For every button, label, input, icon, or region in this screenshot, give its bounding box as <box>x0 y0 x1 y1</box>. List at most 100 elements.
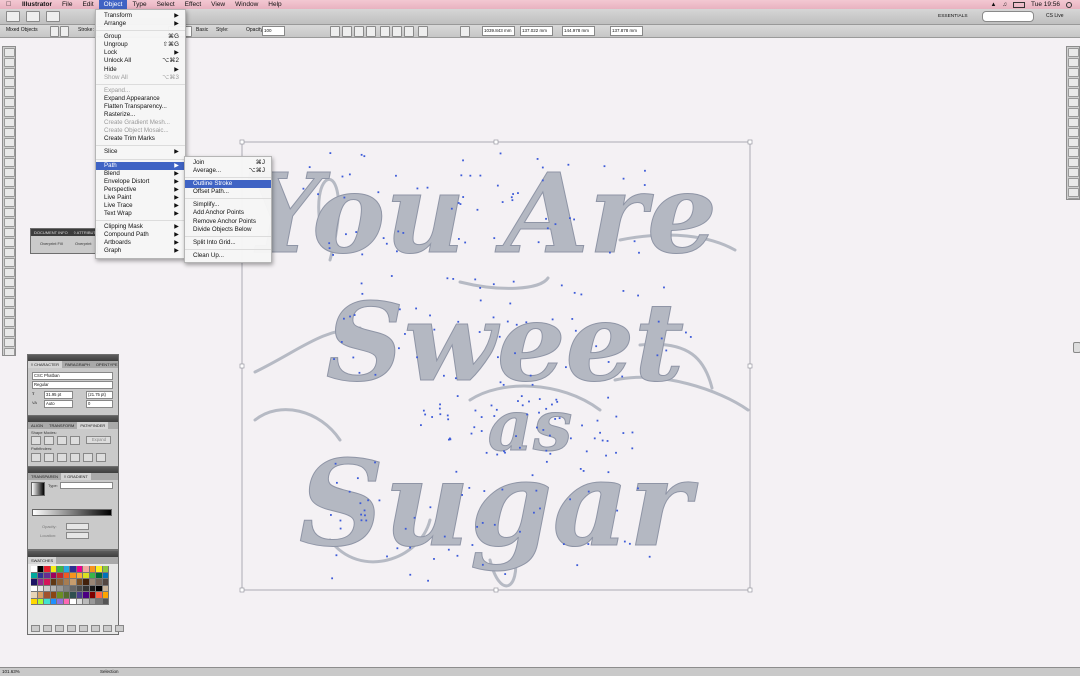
anchor-point[interactable] <box>479 299 482 302</box>
color-swatch[interactable] <box>102 598 109 605</box>
gradient-type-select[interactable] <box>60 482 113 489</box>
anchor-point[interactable] <box>334 462 337 465</box>
anchor-point[interactable] <box>402 232 405 234</box>
anchor-point[interactable] <box>689 336 692 338</box>
path-menu-item-remove-anchor-points[interactable]: Remove Anchor Points <box>185 218 271 226</box>
anchor-point[interactable] <box>637 487 639 490</box>
overprint-stroke-checkbox[interactable]: Overprint <box>75 241 91 246</box>
shape-mode-button[interactable] <box>44 436 54 445</box>
anchor-point[interactable] <box>329 152 332 155</box>
anchor-point[interactable] <box>576 564 579 567</box>
anchor-point[interactable] <box>360 519 363 522</box>
anchor-point[interactable] <box>622 177 625 180</box>
anchor-point[interactable] <box>573 291 576 294</box>
anchor-point[interactable] <box>374 461 376 464</box>
anchor-point[interactable] <box>501 201 504 203</box>
anchor-point[interactable] <box>509 302 512 305</box>
anchor-point[interactable] <box>446 414 449 417</box>
anchor-point[interactable] <box>537 241 540 244</box>
anchor-point[interactable] <box>631 447 634 450</box>
path-menu-item-offset-path[interactable]: Offset Path... <box>185 188 271 196</box>
anchor-point[interactable] <box>599 431 601 434</box>
anchor-point[interactable] <box>429 314 431 317</box>
anchor-point[interactable] <box>474 278 477 281</box>
anchor-point[interactable] <box>415 307 418 310</box>
anchor-point[interactable] <box>456 395 459 397</box>
anchor-point[interactable] <box>562 543 565 546</box>
object-menu-item-perspective[interactable]: Perspective ▶ <box>96 186 185 194</box>
swatches-footer-button[interactable] <box>67 625 76 632</box>
anchor-point[interactable] <box>481 521 484 524</box>
anchor-point[interactable] <box>605 454 607 457</box>
anchor-point[interactable] <box>565 366 567 369</box>
tab-paragraph[interactable]: PARAGRAPH <box>62 361 93 368</box>
anchor-point[interactable] <box>398 308 401 311</box>
anchor-point[interactable] <box>360 513 363 516</box>
anchor-point[interactable] <box>413 516 416 519</box>
anchor-point[interactable] <box>521 404 524 407</box>
anchor-point[interactable] <box>501 488 504 491</box>
anchor-point[interactable] <box>446 277 449 280</box>
anchor-point[interactable] <box>657 320 660 323</box>
anchor-point[interactable] <box>360 153 363 156</box>
anchor-point[interactable] <box>595 345 598 348</box>
path-menu-item-outline-stroke[interactable]: Outline Stroke <box>185 180 271 189</box>
anchor-point[interactable] <box>390 275 393 277</box>
anchor-point[interactable] <box>365 519 368 522</box>
anchor-point[interactable] <box>622 290 625 292</box>
anchor-point[interactable] <box>554 418 557 420</box>
path-menu-item-divide-objects-below[interactable]: Divide Objects Below <box>185 226 271 234</box>
anchor-point[interactable] <box>396 250 398 253</box>
anchor-point[interactable] <box>473 426 476 429</box>
object-menu-item-text-wrap[interactable]: Text Wrap ▶ <box>96 210 185 218</box>
anchor-point[interactable] <box>656 354 659 357</box>
pathfinder-op-button[interactable] <box>83 453 93 462</box>
anchor-point[interactable] <box>474 409 477 412</box>
anchor-point[interactable] <box>560 284 563 287</box>
anchor-point[interactable] <box>308 166 311 169</box>
anchor-point[interactable] <box>382 237 385 240</box>
anchor-point[interactable] <box>363 155 366 158</box>
anchor-point[interactable] <box>531 383 534 386</box>
anchor-point[interactable] <box>331 577 334 580</box>
anchor-point[interactable] <box>582 470 585 472</box>
anchor-point[interactable] <box>607 396 610 399</box>
tab-align[interactable]: ALIGN <box>28 422 46 429</box>
anchor-point[interactable] <box>541 166 544 169</box>
path-menu-item-split-into-grid[interactable]: Split Into Grid... <box>185 239 271 247</box>
anchor-point[interactable] <box>644 169 646 172</box>
anchor-point[interactable] <box>409 573 412 576</box>
leading-field[interactable]: (21.75 pt) <box>86 391 113 399</box>
anchor-point[interactable] <box>628 542 631 545</box>
anchor-point[interactable] <box>551 403 553 406</box>
anchor-point[interactable] <box>409 546 412 549</box>
pathfinder-op-button[interactable] <box>57 453 67 462</box>
anchor-point[interactable] <box>607 471 610 474</box>
anchor-point[interactable] <box>385 242 388 245</box>
anchor-point[interactable] <box>455 470 458 473</box>
anchor-point[interactable] <box>606 440 609 442</box>
anchor-point[interactable] <box>558 417 561 420</box>
object-menu-item-expand-appearance[interactable]: Expand Appearance <box>96 95 185 103</box>
anchor-point[interactable] <box>504 573 507 575</box>
anchor-point[interactable] <box>490 404 493 407</box>
anchor-point[interactable] <box>360 282 363 285</box>
anchor-point[interactable] <box>348 173 351 176</box>
anchor-point[interactable] <box>587 490 590 493</box>
anchor-point[interactable] <box>638 251 640 254</box>
object-menu-item-unlock-all[interactable]: Unlock All ⌥⌘2 <box>96 57 185 65</box>
anchor-point[interactable] <box>363 509 366 512</box>
tab-transparency[interactable]: TRANSPAREN <box>28 473 61 480</box>
anchor-point[interactable] <box>364 514 366 517</box>
anchor-point[interactable] <box>480 416 483 418</box>
anchor-point[interactable] <box>469 174 472 177</box>
anchor-point[interactable] <box>643 184 646 186</box>
anchor-point[interactable] <box>510 196 513 199</box>
anchor-point[interactable] <box>539 507 541 510</box>
anchor-point[interactable] <box>433 558 435 560</box>
anchor-point[interactable] <box>420 424 422 427</box>
kerning-field[interactable]: Auto <box>44 400 73 408</box>
object-menu-item-arrange[interactable]: Arrange ▶ <box>96 20 185 28</box>
anchor-point[interactable] <box>519 530 521 533</box>
anchor-point[interactable] <box>515 323 518 326</box>
